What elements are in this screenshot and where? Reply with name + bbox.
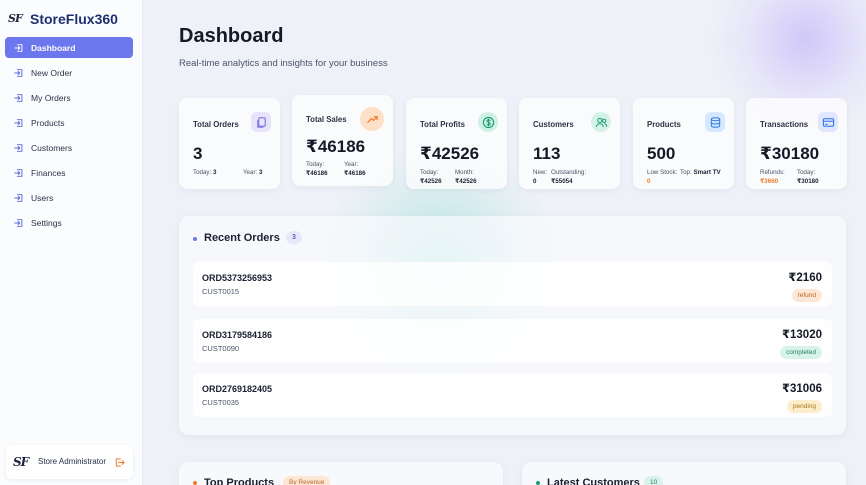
stat-label: Transactions — [760, 120, 809, 129]
stat-card-total-orders[interactable]: Total Orders 3 Today: 3 Year: 3 — [179, 98, 280, 189]
logo-mark: SF — [8, 12, 23, 25]
login-arrow-icon — [14, 43, 24, 53]
order-customer: CUST0090 — [202, 344, 240, 353]
users-icon — [591, 112, 611, 132]
sidebar-item-label: Products — [31, 117, 65, 128]
login-arrow-icon — [14, 143, 24, 153]
sidebar-nav: Dashboard New Order My Orders Products C… — [0, 37, 142, 233]
recent-orders-count-badge: 3 — [286, 231, 302, 244]
app-logo[interactable]: SF StoreFlux360 — [0, 0, 142, 30]
sidebar-item-label: Customers — [31, 142, 73, 153]
sidebar-item-dashboard[interactable]: Dashboard — [5, 37, 133, 58]
database-icon — [705, 112, 725, 132]
order-id: ORD2769182405 — [202, 384, 273, 394]
user-avatar: SF — [13, 455, 29, 469]
section-dot — [536, 481, 540, 485]
stat-sub-today: Today: 3 — [193, 169, 217, 176]
stat-card-customers[interactable]: Customers 113 New: 0 Outstanding: ₹55054 — [519, 98, 620, 189]
top-products-panel: Top Products By Revenue — [179, 462, 503, 485]
status-badge: completed — [780, 346, 822, 359]
stat-sub-today: Today: ₹42526 — [420, 169, 442, 185]
latest-customers-count-badge: 10 — [644, 476, 664, 485]
stat-label: Total Profits — [420, 120, 465, 129]
top-products-title: Top Products — [204, 477, 275, 485]
stat-value: 113 — [533, 144, 561, 163]
recent-orders-panel: Recent Orders 3 ORD5373256953 CUST0015 ₹… — [179, 216, 846, 435]
order-customer: CUST0015 — [202, 287, 240, 296]
stat-sub-year: Year: ₹46186 — [344, 161, 366, 177]
sidebar-item-my-orders[interactable]: My Orders — [5, 87, 133, 108]
stat-value: 500 — [647, 144, 676, 163]
stat-sub-today: Today: ₹46186 — [306, 161, 328, 177]
page-title: Dashboard — [179, 25, 284, 47]
section-dot — [193, 237, 197, 241]
latest-customers-panel: Latest Customers 10 — [522, 462, 846, 485]
stat-label: Products — [647, 120, 681, 129]
stat-sub-today: Today: ₹30180 — [797, 169, 819, 185]
sidebar-item-customers[interactable]: Customers — [5, 137, 133, 158]
sidebar-item-label: New Order — [31, 67, 73, 78]
stat-sub-new: New: 0 — [533, 169, 548, 185]
section-dot — [193, 481, 197, 485]
logout-icon[interactable] — [114, 457, 125, 468]
sidebar-item-label: Dashboard — [31, 42, 76, 53]
login-arrow-icon — [14, 218, 24, 228]
sidebar: SF StoreFlux360 Dashboard New Order My O… — [0, 0, 143, 485]
stat-label: Total Orders — [193, 120, 239, 129]
order-amount: ₹31006 — [782, 383, 822, 395]
sidebar-item-label: Settings — [31, 217, 62, 228]
sidebar-item-products[interactable]: Products — [5, 112, 133, 133]
sidebar-item-label: My Orders — [31, 92, 71, 103]
login-arrow-icon — [14, 68, 24, 78]
status-badge: pending — [786, 400, 822, 413]
app-name: StoreFlux360 — [30, 10, 118, 27]
sidebar-item-users[interactable]: Users — [5, 187, 133, 208]
status-badge: refund — [791, 289, 822, 302]
sidebar-item-settings[interactable]: Settings — [5, 212, 133, 233]
login-arrow-icon — [14, 168, 24, 178]
order-id: ORD5373256953 — [202, 273, 273, 283]
login-arrow-icon — [14, 193, 24, 203]
stat-sub-top: Top: Smart TV — [680, 169, 721, 176]
trend-up-icon — [360, 107, 384, 131]
stat-card-total-sales[interactable]: Total Sales ₹46186 Today: ₹46186 Year: ₹46… — [292, 95, 393, 186]
user-name: Store Administrator — [38, 457, 107, 466]
stat-sub-month: Month: ₹42526 — [455, 169, 477, 185]
stat-card-transactions[interactable]: Transactions ₹30180 Refunds: ₹3660 Today:… — [746, 98, 847, 189]
stat-sub-year: Year: 3 — [243, 169, 263, 176]
order-row[interactable]: ORD2769182405 CUST0035 ₹31006 pending — [193, 373, 832, 417]
user-card: SF Store Administrator — [6, 445, 133, 479]
stat-sub-low-stock: Low Stock: 0 — [647, 169, 678, 185]
stat-label: Total Sales — [306, 115, 347, 124]
login-arrow-icon — [14, 118, 24, 128]
stat-value: ₹46186 — [306, 137, 366, 156]
by-revenue-badge: By Revenue — [283, 476, 331, 485]
stat-card-total-profits[interactable]: Total Profits ₹42526 Today: ₹42526 Month:… — [406, 98, 507, 189]
order-customer: CUST0035 — [202, 398, 240, 407]
stat-label: Customers — [533, 120, 574, 129]
order-row[interactable]: ORD5373256953 CUST0015 ₹2160 refund — [193, 262, 832, 306]
page-subtitle: Real-time analytics and insights for you… — [179, 58, 388, 69]
copy-icon — [251, 112, 271, 132]
stat-sub-refunds: Refunds: ₹3660 — [760, 169, 785, 185]
stat-value: 3 — [193, 144, 203, 163]
sidebar-item-new-order[interactable]: New Order — [5, 62, 133, 83]
order-amount: ₹2160 — [788, 272, 822, 284]
order-amount: ₹13020 — [782, 329, 822, 341]
main-content: Dashboard Real-time analytics and insigh… — [143, 0, 866, 485]
stat-sub-outstanding: Outstanding: ₹55054 — [551, 169, 587, 185]
stat-value: ₹30180 — [760, 144, 820, 163]
credit-card-icon — [818, 112, 838, 132]
order-id: ORD3179584186 — [202, 330, 273, 340]
stat-value: ₹42526 — [420, 144, 480, 163]
login-arrow-icon — [14, 93, 24, 103]
sidebar-item-label: Users — [31, 192, 54, 203]
stat-card-products[interactable]: Products 500 Low Stock: 0 Top: Smart TV — [633, 98, 734, 189]
sidebar-item-finances[interactable]: Finances — [5, 162, 133, 183]
sidebar-item-label: Finances — [31, 167, 66, 178]
order-row[interactable]: ORD3179584186 CUST0090 ₹13020 completed — [193, 319, 832, 363]
latest-customers-title: Latest Customers — [547, 477, 640, 485]
dollar-circle-icon — [478, 112, 498, 132]
recent-orders-title: Recent Orders — [204, 232, 280, 244]
